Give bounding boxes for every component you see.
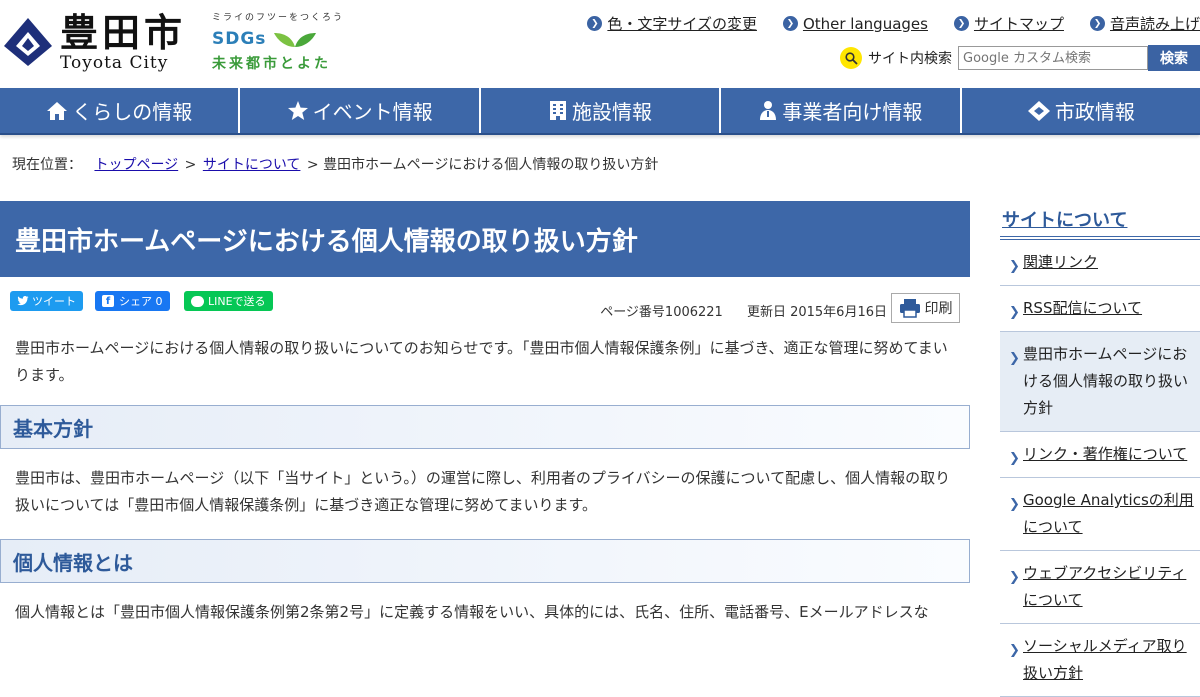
chevron-right-icon: ❯ (782, 16, 798, 31)
util-other-languages[interactable]: ❯ Other languages (782, 13, 928, 34)
section-body: 豊田市は、豊田市ホームページ（以下「当サイト」という。）の運営に際し、利用者のプ… (15, 469, 951, 514)
line-share-label: LINEで送る (208, 295, 266, 308)
page-meta: ページ番号1006221 更新日 2015年6月16日 (600, 301, 887, 320)
util-sitemap[interactable]: ❯ サイトマップ (953, 13, 1064, 34)
util-link-label[interactable]: Other languages (803, 15, 928, 33)
chevron-right-icon: ❯ (1009, 451, 1020, 466)
sidebar-title[interactable]: サイトについて (1000, 201, 1200, 236)
util-link-label[interactable]: 音声読み上げ (1110, 13, 1200, 34)
sdgs-tagline: ミライのフツーをつくろう (212, 13, 345, 23)
print-label: 印刷 (924, 301, 953, 317)
sdgs-subtitle: 未来都市とよた (212, 56, 331, 72)
nav-label: 事業者向け情報 (782, 100, 923, 124)
nav-item-business[interactable]: 事業者向け情報 (721, 88, 962, 133)
search-label: サイト内検索 (868, 51, 952, 67)
site-logo[interactable]: 豊田市 Toyota City (2, 12, 186, 72)
sidebar-item-accessibility[interactable]: ❯ ウェブアクセシビリティについて (1000, 551, 1200, 624)
site-header: 豊田市 Toyota City ミライのフツーをつくろう SDGs 未来都市とよ… (0, 0, 1200, 88)
city-emblem-icon (1027, 100, 1050, 121)
building-icon (550, 101, 567, 120)
nav-label: くらしの情報 (72, 100, 193, 124)
sidebar-item-rss[interactable]: ❯ RSS配信について (1000, 286, 1200, 332)
search-icon (840, 47, 862, 69)
sidebar-item-label[interactable]: リンク・著作権について (1023, 445, 1187, 463)
line-share-button[interactable]: LINEで送る (184, 291, 273, 311)
util-link-label[interactable]: サイトマップ (974, 13, 1064, 34)
updated-date: 更新日 2015年6月16日 (746, 305, 887, 320)
sidebar-item-label[interactable]: RSS配信について (1023, 299, 1142, 317)
logo-english-name: Toyota City (60, 53, 169, 73)
page-number: ページ番号1006221 (600, 305, 723, 320)
sidebar-item-label[interactable]: 関連リンク (1023, 253, 1098, 271)
intro-paragraph: 豊田市ホームページにおける個人情報の取り扱いについてのお知らせです。「豊田市個人… (15, 339, 948, 384)
nav-label: 施設情報 (572, 100, 653, 124)
nav-item-facilities[interactable]: 施設情報 (481, 88, 722, 133)
nav-label: 市政情報 (1054, 100, 1135, 124)
facebook-share-label: シェア 0 (119, 295, 163, 308)
breadcrumb-separator: > (306, 157, 319, 173)
sidebar-item-label[interactable]: ソーシャルメディア取り扱い方針 (1023, 637, 1187, 682)
search-button[interactable]: 検索 (1148, 45, 1200, 71)
util-read-aloud[interactable]: ❯ 音声読み上げ (1089, 13, 1200, 34)
breadcrumb-prefix: 現在位置： (12, 157, 82, 173)
utility-links: ❯ 色・文字サイズの変更 ❯ Other languages ❯ サイトマップ … (561, 13, 1200, 34)
chevron-right-icon: ❯ (1009, 305, 1020, 320)
main-content: 豊田市ホームページにおける個人情報の取り扱い方針 ツイート f シェア 0 LI… (0, 201, 970, 626)
search-input[interactable] (958, 46, 1148, 70)
facebook-share-button[interactable]: f シェア 0 (95, 291, 170, 311)
sidebar: サイトについて ❯ 関連リンク ❯ RSS配信について ❯ 豊田市ホームページに… (1000, 201, 1200, 697)
util-color-size[interactable]: ❯ 色・文字サイズの変更 (587, 13, 757, 34)
printer-icon (899, 299, 920, 318)
chevron-right-icon: ❯ (1009, 259, 1020, 274)
tweet-button[interactable]: ツイート (10, 291, 83, 311)
sdgs-banner[interactable]: ミライのフツーをつくろう SDGs 未来都市とよた (212, 10, 352, 73)
sidebar-item-links-copyright[interactable]: ❯ リンク・著作権について (1000, 432, 1200, 478)
nav-label: イベント情報 (312, 100, 433, 124)
sidebar-item-related-links[interactable]: ❯ 関連リンク (1000, 240, 1200, 286)
breadcrumb: 現在位置： トップページ > サイトについて > 豊田市ホームページにおける個人… (12, 154, 658, 174)
chevron-right-icon: ❯ (953, 16, 969, 31)
breadcrumb-link-top[interactable]: トップページ (94, 157, 178, 173)
breadcrumb-link-about[interactable]: サイトについて (203, 157, 301, 173)
chevron-right-icon: ❯ (1009, 351, 1020, 366)
sidebar-item-label[interactable]: Google Analyticsの利用について (1023, 491, 1194, 536)
global-nav: くらしの情報 イベント情報 施設情報 事業者向け情報 市政情報 (0, 88, 1200, 135)
section-heading: 個人情報とは (0, 539, 970, 583)
chevron-right-icon: ❯ (1009, 643, 1020, 658)
star-icon (287, 101, 308, 120)
twitter-bird-icon (17, 296, 29, 306)
print-button[interactable]: 印刷 (891, 293, 960, 323)
chevron-right-icon: ❯ (1089, 16, 1105, 31)
chevron-right-icon: ❯ (1009, 497, 1020, 512)
nav-item-events[interactable]: イベント情報 (240, 88, 481, 133)
page-title: 豊田市ホームページにおける個人情報の取り扱い方針 (0, 201, 970, 277)
chevron-right-icon: ❯ (587, 16, 603, 31)
home-icon (47, 101, 68, 120)
city-emblem-icon (4, 18, 52, 66)
chevron-right-icon: ❯ (1009, 570, 1020, 585)
sdgs-word: SDGs (212, 29, 267, 49)
facebook-icon: f (102, 295, 114, 307)
section-body: 個人情報とは「豊田市個人情報保護条例第2条第2号」に定義する情報をいい、具体的に… (15, 603, 929, 621)
line-icon (191, 295, 204, 307)
sidebar-item-privacy-policy[interactable]: ❯ 豊田市ホームページにおける個人情報の取り扱い方針 (1000, 332, 1200, 432)
section-heading: 基本方針 (0, 405, 970, 449)
tweet-label: ツイート (32, 295, 76, 308)
nav-item-city-admin[interactable]: 市政情報 (962, 88, 1200, 133)
person-icon (760, 101, 777, 120)
breadcrumb-separator: > (184, 157, 197, 173)
sidebar-item-label[interactable]: 豊田市ホームページにおける個人情報の取り扱い方針 (1023, 345, 1188, 417)
leaf-icon (274, 33, 317, 47)
util-link-label[interactable]: 色・文字サイズの変更 (607, 13, 757, 34)
logo-japanese-name: 豊田市 (60, 10, 187, 55)
sidebar-item-social-media[interactable]: ❯ ソーシャルメディア取り扱い方針 (1000, 624, 1200, 697)
nav-item-living[interactable]: くらしの情報 (0, 88, 241, 133)
sidebar-item-google-analytics[interactable]: ❯ Google Analyticsの利用について (1000, 478, 1200, 551)
sidebar-item-label[interactable]: ウェブアクセシビリティについて (1023, 564, 1186, 609)
breadcrumb-current: 豊田市ホームページにおける個人情報の取り扱い方針 (323, 157, 659, 173)
site-search: サイト内検索 検索 (840, 45, 1200, 71)
share-bar: ツイート f シェア 0 LINEで送る ページ番号1006221 更新日 20… (0, 277, 970, 335)
